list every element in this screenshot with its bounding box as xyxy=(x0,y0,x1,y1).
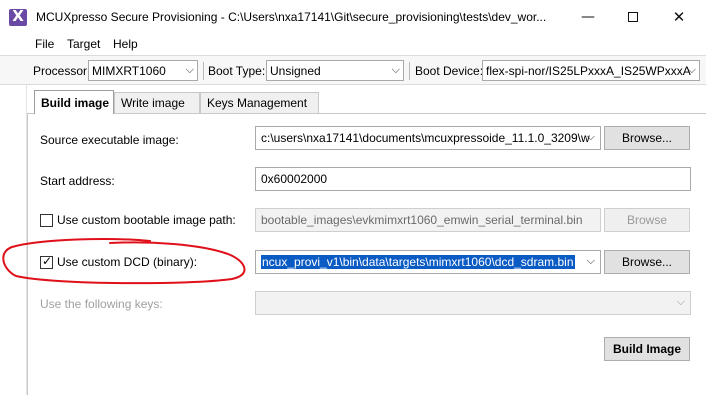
red-annotation-circle xyxy=(2,238,246,285)
processor-select[interactable]: MIMXRT1060 ⌵ xyxy=(88,60,198,81)
processor-label: Processor: xyxy=(33,64,91,78)
tab-keys-management[interactable]: Keys Management xyxy=(200,92,319,113)
keys-label: Use the following keys: xyxy=(40,297,163,311)
source-image-value: c:\users\nxa17141\documents\mcuxpressoid… xyxy=(261,131,590,145)
processor-value: MIMXRT1060 xyxy=(92,64,166,78)
boot-type-value: Unsigned xyxy=(270,64,321,78)
toolbar: Processor: MIMXRT1060 ⌵ Boot Type: Unsig… xyxy=(0,55,706,85)
chevron-down-icon: ⌵ xyxy=(687,63,696,76)
tab-write-image[interactable]: Write image xyxy=(114,92,200,113)
toolbar-divider xyxy=(203,62,204,80)
build-image-button[interactable]: Build Image xyxy=(604,337,690,361)
boot-type-label: Boot Type: xyxy=(208,64,266,78)
menu-bar: File Target Help xyxy=(0,34,706,54)
chevron-down-icon: ⌵ xyxy=(586,254,595,267)
start-address-input[interactable]: 0x60002000 xyxy=(255,167,691,191)
maximize-button[interactable] xyxy=(610,0,656,34)
source-browse-button[interactable]: Browse... xyxy=(604,126,690,150)
maximize-icon xyxy=(628,12,638,22)
annotation-stroke xyxy=(2,238,246,285)
window-title: MCUXpresso Secure Provisioning - C:\User… xyxy=(36,10,547,24)
chevron-down-icon: ⌵ xyxy=(676,295,685,308)
bootable-path-checkbox[interactable] xyxy=(40,214,53,227)
minimize-button[interactable]: — xyxy=(565,0,611,34)
chevron-down-icon: ⌵ xyxy=(185,63,194,76)
boot-device-select[interactable]: flex-spi-nor/IS25LPxxxA_IS25WPxxxA ⌵ xyxy=(482,60,700,81)
dcd-browse-button[interactable]: Browse... xyxy=(604,250,690,274)
tab-strip: Build image Write image Keys Management xyxy=(27,90,703,114)
boot-device-value: flex-spi-nor/IS25LPxxxA_IS25WPxxxA xyxy=(486,64,691,78)
bootable-browse-button: Browse xyxy=(604,208,690,232)
source-image-label: Source executable image: xyxy=(40,133,179,147)
menu-help[interactable]: Help xyxy=(113,37,138,51)
close-button[interactable]: ✕ xyxy=(656,0,702,34)
app-logo-icon: X xyxy=(9,8,27,26)
title-bar: X MCUXpresso Secure Provisioning - C:\Us… xyxy=(0,0,706,34)
custom-dcd-value: ncux_provi_v1\bin\data\targets\mimxrt106… xyxy=(261,255,575,269)
boot-type-select[interactable]: Unsigned ⌵ xyxy=(266,60,404,81)
custom-dcd-field[interactable]: ncux_provi_v1\bin\data\targets\mimxrt106… xyxy=(255,250,601,274)
chevron-down-icon: ⌵ xyxy=(586,130,595,143)
tab-build-image[interactable]: Build image xyxy=(34,90,114,114)
toolbar-divider xyxy=(409,62,410,80)
boot-device-label: Boot Device: xyxy=(415,64,484,78)
menu-file[interactable]: File xyxy=(35,37,54,51)
source-image-field[interactable]: c:\users\nxa17141\documents\mcuxpressoid… xyxy=(255,126,601,150)
menu-target[interactable]: Target xyxy=(67,37,100,51)
start-address-label: Start address: xyxy=(40,174,115,188)
keys-select: ⌵ xyxy=(255,291,691,315)
chevron-down-icon: ⌵ xyxy=(391,63,400,76)
bootable-path-field: bootable_images\evkmimxrt1060_emwin_seri… xyxy=(255,208,601,232)
bootable-path-label: Use custom bootable image path: xyxy=(57,213,236,227)
